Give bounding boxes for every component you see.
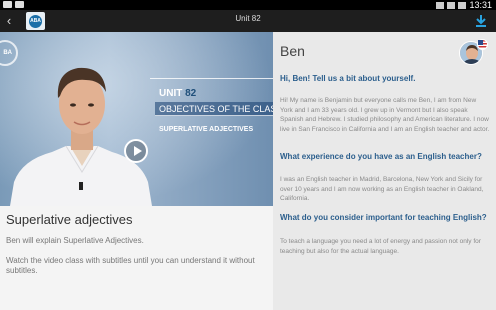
status-bar: 13:31 <box>0 0 496 10</box>
teacher-video-image <box>10 67 152 206</box>
wifi-icon <box>436 1 445 9</box>
teacher-name: Ben <box>280 43 305 59</box>
us-flag-icon <box>477 39 488 50</box>
lesson-hint: Watch the video class with subtitles unt… <box>6 256 255 275</box>
signal-icon <box>447 1 456 9</box>
question-3: What do you consider important for teach… <box>280 213 487 222</box>
lesson-description: Ben will explain Superlative Adjectives. <box>6 236 144 245</box>
status-time: 13:31 <box>469 0 492 10</box>
teacher-panel: Ben Hi, Ben! Tell us a bit about yoursel… <box>273 32 496 310</box>
answer-1: Hi! My name is Benjamin but everyone cal… <box>280 97 490 133</box>
question-2: What experience do you have as an Englis… <box>280 152 482 161</box>
video-player[interactable]: BA UNIT 82 OBJECTIVES OF THE CLASS SUPER… <box>0 32 273 206</box>
download-icon[interactable] <box>474 13 488 29</box>
answer-3: To teach a language you need a lot of en… <box>280 238 481 255</box>
image-icon <box>3 1 12 8</box>
app-bar: ‹ ABA Unit 82 <box>0 10 496 32</box>
play-icon[interactable] <box>124 139 148 163</box>
page-title: Unit 82 <box>235 14 261 23</box>
answer-2: I was an English teacher in Madrid, Barc… <box>280 176 484 202</box>
lesson-title: Superlative adjectives <box>6 212 133 227</box>
question-1: Hi, Ben! Tell us a bit about yourself. <box>280 74 416 83</box>
battery-icon <box>458 1 467 9</box>
lesson-info: Superlative adjectives Ben will explain … <box>0 206 273 310</box>
notification-icon <box>15 1 24 8</box>
